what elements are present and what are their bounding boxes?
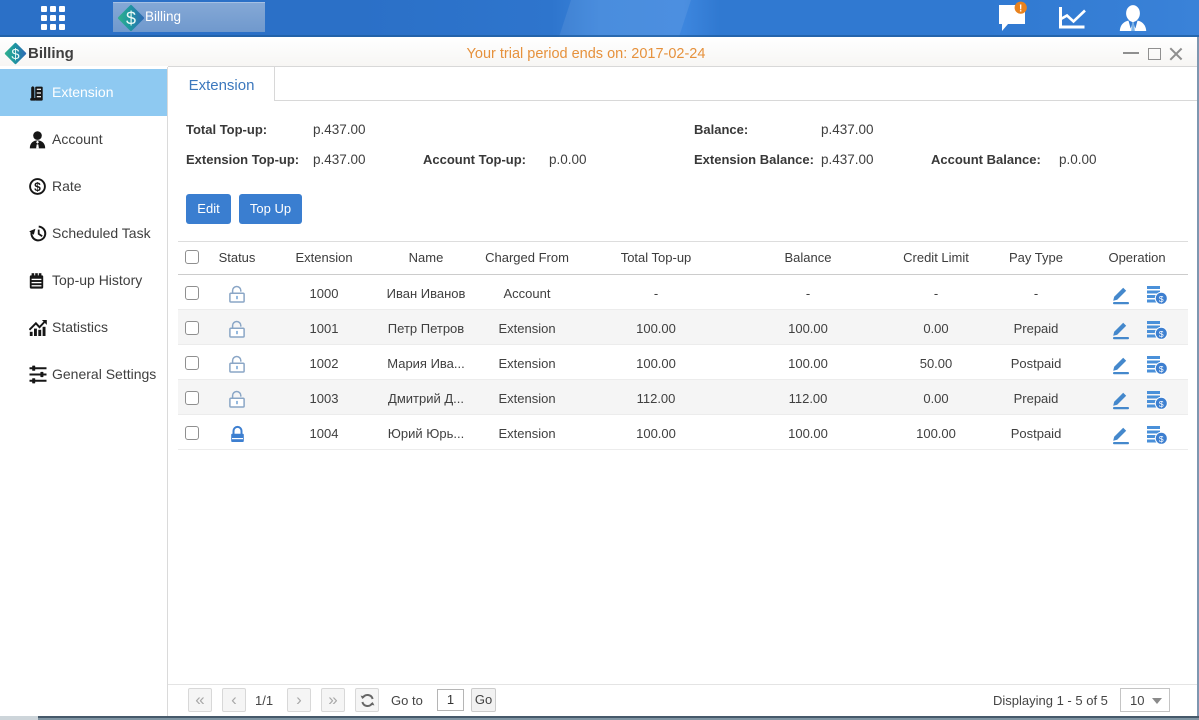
- svg-text:$: $: [34, 180, 41, 194]
- svg-text:$: $: [126, 9, 136, 29]
- svg-text:!: !: [1019, 4, 1022, 15]
- svg-text:$: $: [1159, 293, 1164, 303]
- svg-text:$: $: [1159, 363, 1164, 373]
- svg-text:$: $: [1159, 328, 1164, 338]
- svg-text:$: $: [1159, 398, 1164, 408]
- svg-text:$: $: [1159, 433, 1164, 443]
